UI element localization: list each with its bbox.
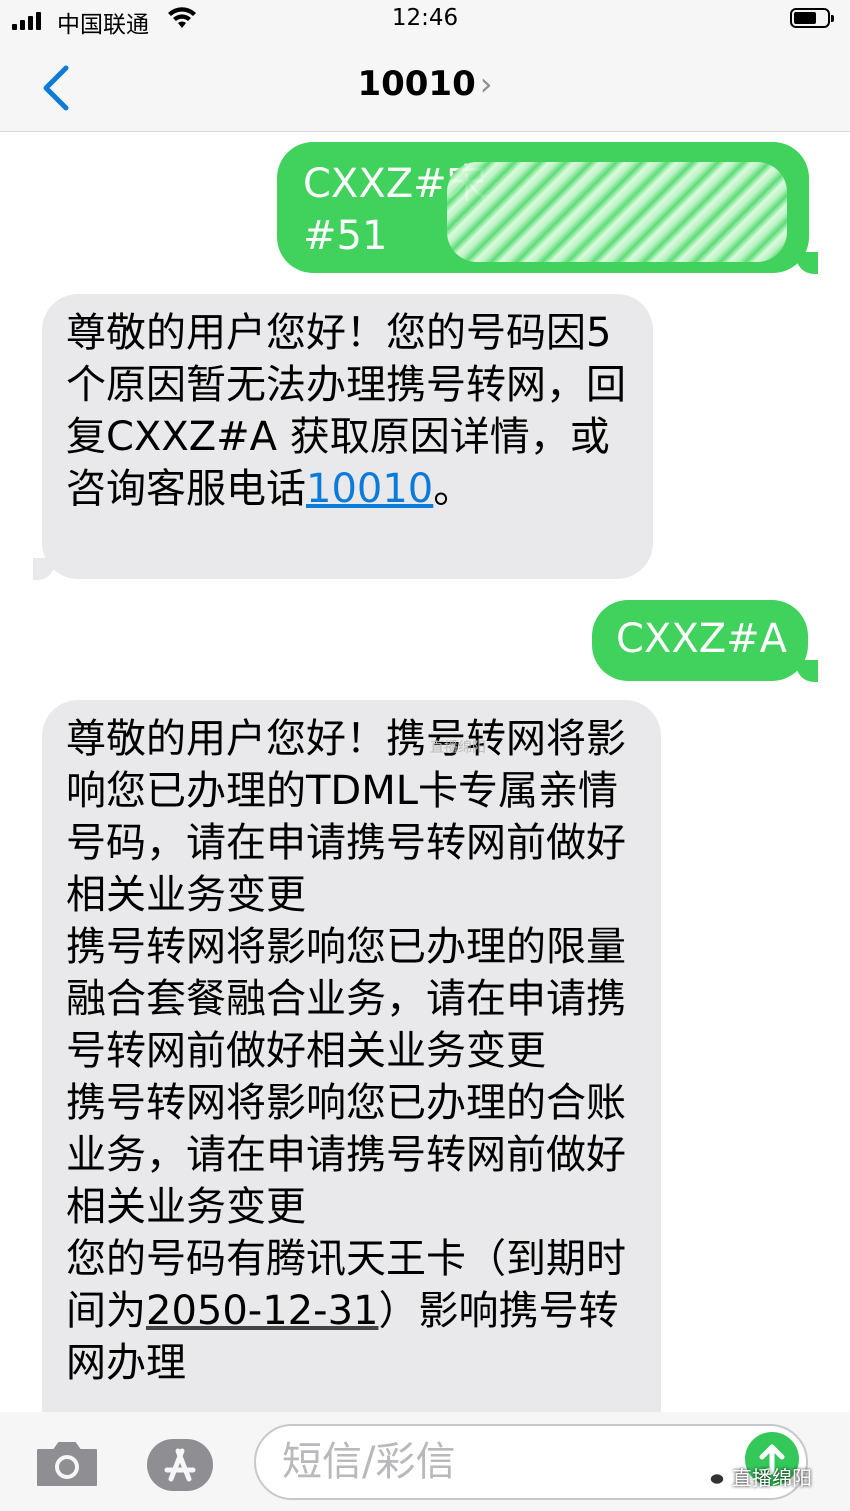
brand-watermark: 直播绵阳 [700, 1462, 812, 1491]
message-paragraph: 携号转网将影响您已办理的限量融合套餐融合业务，请在申请携号转网前做好相关业务变更 [66, 924, 626, 1074]
date-link[interactable]: 2050-12-31 [146, 1288, 378, 1334]
received-message-bubble[interactable]: 尊敬的用户您好！您的号码因5个原因暂无法办理携号转网，回复CXXZ#A 获取原因… [42, 294, 653, 579]
redaction-scribble [447, 162, 787, 262]
sent-message-bubble[interactable]: CXXZ#宋 #51 [277, 142, 809, 273]
watermark: 直播绵阳 [430, 740, 486, 756]
message-text-end: 。 [433, 466, 474, 512]
bubble-tail [796, 660, 818, 682]
status-time: 12:46 [391, 5, 459, 31]
camera-icon[interactable] [34, 1440, 100, 1488]
message-list[interactable]: CXXZ#宋 #51 尊敬的用户您好！您的号码因5个原因暂无法办理携号转网，回复… [0, 132, 850, 1412]
app-store-icon[interactable] [145, 1437, 215, 1493]
input-placeholder: 短信/彩信 [282, 1439, 456, 1485]
status-bar: 中国联通 12:46 [0, 0, 850, 42]
sent-message-bubble[interactable]: CXXZ#A [592, 600, 808, 681]
contact-number[interactable]: 10010 [357, 64, 475, 104]
received-message-bubble[interactable]: 直播绵阳 尊敬的用户您好！携号转网将影响您已办理的TDML卡专属亲情号码，请在申… [42, 700, 661, 1412]
brand-name: 直播绵阳 [732, 1466, 812, 1490]
message-paragraph: 携号转网将影响您已办理的合账业务，请在申请携号转网前做好相关业务变更 [66, 1080, 626, 1230]
conversation-header: 10010 › [0, 42, 850, 132]
wechat-logo-icon [700, 1467, 725, 1485]
bubble-tail [796, 252, 818, 274]
message-text: CXXZ#A [616, 616, 788, 662]
contact-title[interactable]: 10010 › [0, 64, 850, 104]
message-paragraph: 您的号码有腾讯天王卡（到期时间为2050-12-31）影响携号转网办理 [66, 1233, 637, 1389]
bubble-tail [33, 558, 55, 580]
phone-link[interactable]: 10010 [306, 466, 433, 512]
battery-icon [790, 8, 834, 28]
chevron-right-icon: › [479, 65, 493, 103]
message-paragraph: 尊敬的用户您好！携号转网将影响您已办理的TDML卡专属亲情号码，请在申请携号转网… [66, 716, 626, 918]
